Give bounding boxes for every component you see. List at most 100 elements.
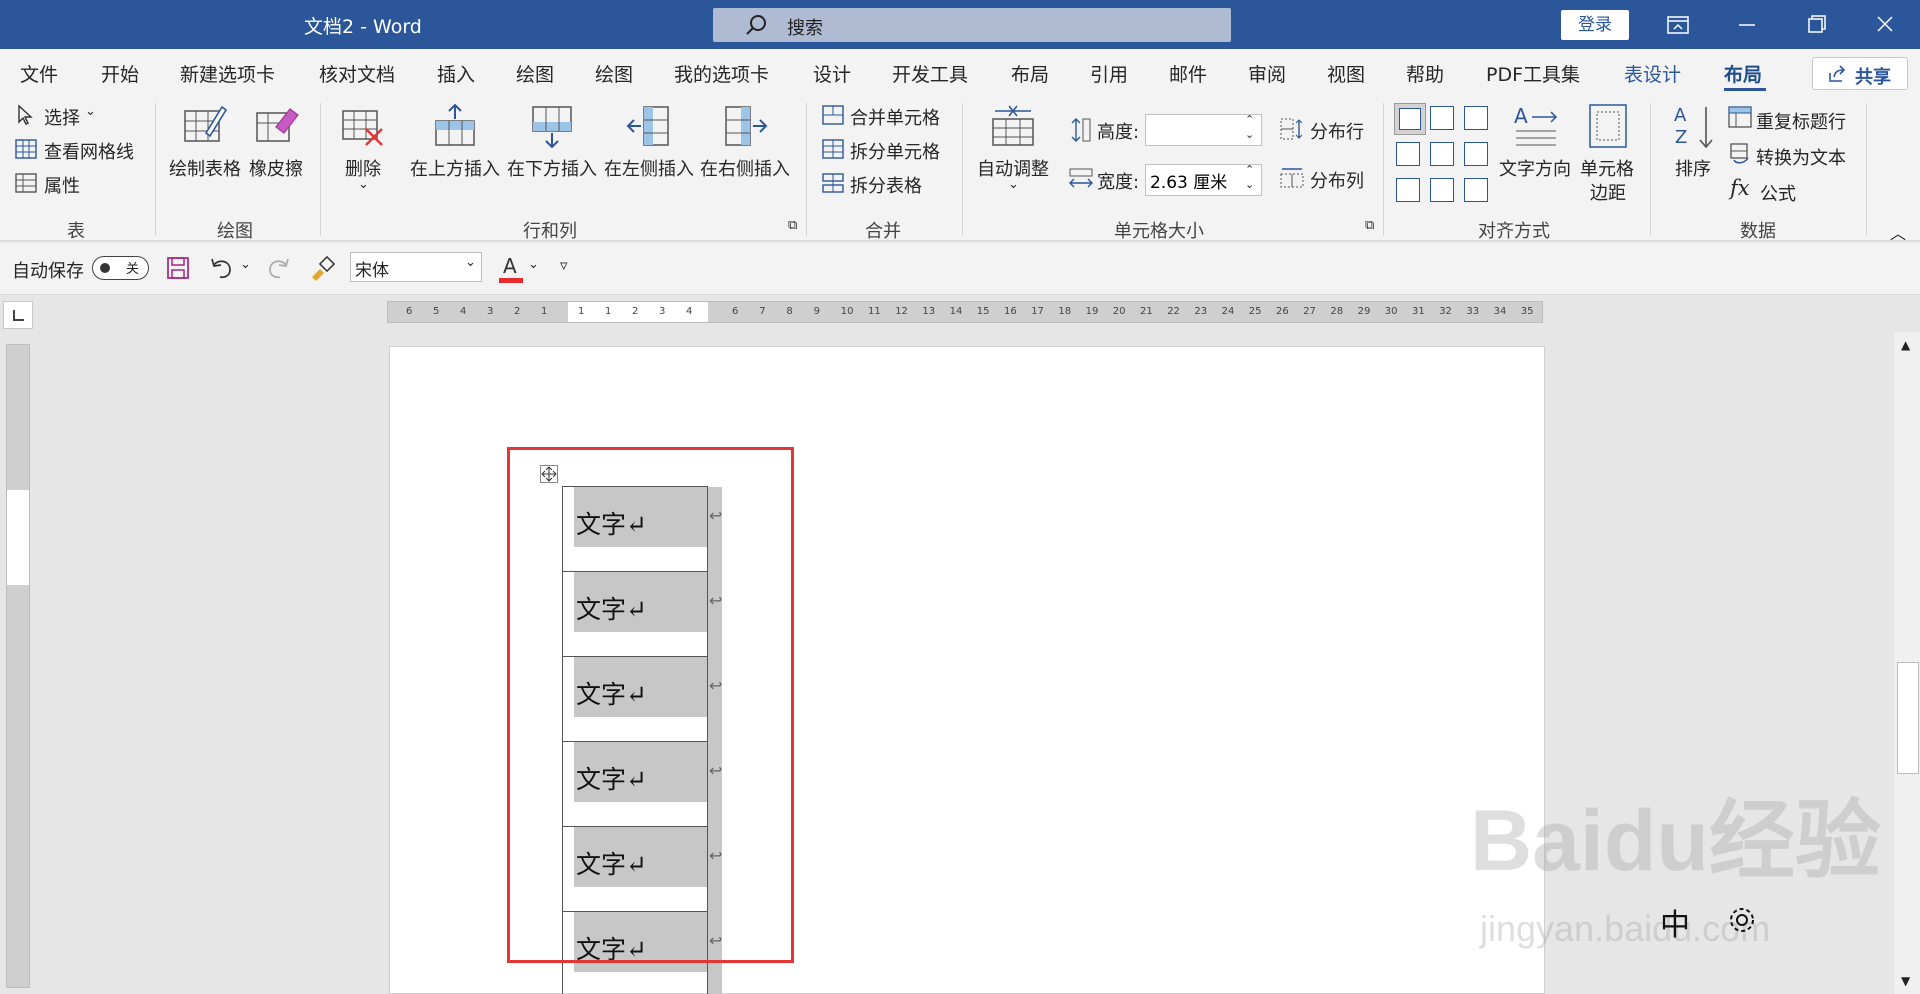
align-option-icon[interactable]	[1464, 142, 1488, 166]
share-button[interactable]: 共享	[1812, 57, 1908, 90]
group-divider	[1866, 103, 1867, 236]
eraser-button[interactable]: 橡皮擦	[249, 155, 303, 181]
cell-margins-button-line1[interactable]: 单元格	[1580, 155, 1634, 181]
restore-icon[interactable]	[1783, 0, 1849, 49]
distribute-cols-button[interactable]: 分布列	[1310, 167, 1364, 193]
tab-draw-1[interactable]: 绘图	[516, 60, 554, 87]
select-dropdown-icon[interactable]: ⌄	[85, 104, 96, 119]
font-name-select[interactable]: 宋体 ⌄	[350, 252, 482, 282]
align-option-icon[interactable]	[1464, 178, 1488, 202]
insert-left-button[interactable]: 在左侧插入	[604, 155, 694, 181]
undo-dropdown-icon[interactable]: ⌄	[240, 257, 251, 272]
ribbon-display-options-icon[interactable]	[1645, 0, 1711, 49]
align-option-icon[interactable]	[1430, 142, 1454, 166]
font-color-icon[interactable]: A	[498, 254, 524, 284]
scroll-up-icon[interactable]: ▲	[1901, 338, 1910, 352]
autofit-icon	[992, 105, 1034, 146]
insert-above-button[interactable]: 在上方插入	[410, 155, 500, 181]
search-box[interactable]: 搜索	[713, 8, 1231, 42]
sort-button[interactable]: 排序	[1675, 155, 1711, 181]
ime-mode-indicator[interactable]: 中	[1660, 900, 1690, 944]
undo-icon[interactable]	[208, 255, 234, 281]
rows-cols-dialog-launcher-icon[interactable]: ⧉	[788, 218, 797, 233]
autosave-toggle[interactable]: 关	[92, 256, 149, 280]
tab-insert[interactable]: 插入	[437, 60, 475, 87]
tab-help[interactable]: 帮助	[1406, 60, 1444, 87]
tab-layout[interactable]: 布局	[1011, 60, 1049, 87]
svg-text:A: A	[1674, 105, 1687, 126]
format-painter-icon[interactable]	[308, 255, 336, 281]
ruler-number: 13	[922, 306, 936, 317]
delete-dropdown-icon[interactable]: ⌄	[358, 177, 369, 192]
formula-button[interactable]: 公式	[1760, 180, 1796, 206]
convert-to-text-icon	[1730, 143, 1749, 164]
tab-view[interactable]: 视图	[1327, 60, 1365, 87]
save-icon[interactable]	[166, 256, 190, 280]
width-spinner-icon[interactable]: ⌃ ⌄	[1245, 162, 1254, 192]
customize-qat-icon[interactable]: ▿	[560, 256, 568, 274]
ruler-number: 28	[1330, 306, 1344, 317]
insert-right-button[interactable]: 在右侧插入	[700, 155, 790, 181]
align-option-icon[interactable]	[1396, 142, 1420, 166]
formula-icon: fx	[1730, 176, 1750, 200]
height-spinner-icon[interactable]: ⌃ ⌄	[1245, 112, 1254, 142]
align-option-icon[interactable]	[1430, 106, 1454, 130]
horizontal-ruler[interactable]: 6 5 4 3 2 1 1 1 2 3 4 6 7 8 9 10 11 12 13 14 15 16 17 18 19 20 21 2…	[387, 301, 1543, 323]
repeat-header-button[interactable]: 重复标题行	[1756, 108, 1846, 134]
split-table-icon	[822, 173, 844, 193]
close-icon[interactable]	[1852, 0, 1918, 49]
tab-design[interactable]: 设计	[813, 60, 851, 87]
ruler-number: 32	[1439, 306, 1452, 317]
distribute-rows-button[interactable]: 分布行	[1310, 118, 1364, 144]
settings-gear-icon[interactable]	[1726, 904, 1758, 936]
font-color-dropdown-icon[interactable]: ⌄	[528, 257, 539, 272]
tab-table-layout[interactable]: 布局	[1724, 60, 1762, 87]
tab-home[interactable]: 开始	[101, 60, 139, 87]
view-gridlines-button[interactable]: 查看网格线	[44, 138, 134, 164]
tab-pdf-tools[interactable]: PDF工具集	[1486, 60, 1580, 87]
redo-icon[interactable]	[266, 255, 292, 281]
tab-references[interactable]: 引用	[1090, 60, 1128, 87]
autofit-dropdown-icon[interactable]: ⌄	[1008, 177, 1019, 192]
tab-review[interactable]: 审阅	[1248, 60, 1286, 87]
login-button[interactable]: 登录	[1561, 10, 1629, 40]
split-table-button[interactable]: 拆分表格	[850, 172, 922, 198]
insert-below-button[interactable]: 在下方插入	[507, 155, 597, 181]
group-divider	[1383, 103, 1384, 236]
cell-size-dialog-launcher-icon[interactable]: ⧉	[1365, 218, 1374, 233]
merge-cells-icon	[822, 105, 844, 125]
tab-my-tab[interactable]: 我的选项卡	[674, 60, 769, 87]
text-direction-button[interactable]: 文字方向	[1499, 155, 1571, 181]
merge-cells-button[interactable]: 合并单元格	[850, 104, 940, 130]
collapse-ribbon-icon[interactable]: ︿	[1890, 220, 1906, 244]
tab-selector-icon[interactable]	[3, 301, 33, 329]
convert-to-text-button[interactable]: 转换为文本	[1756, 144, 1846, 170]
ruler-number: 14	[949, 306, 963, 317]
draw-table-button[interactable]: 绘制表格	[169, 155, 241, 181]
cell-margins-button-line2[interactable]: 边距	[1590, 179, 1626, 205]
vertical-ruler[interactable]	[6, 344, 30, 988]
gridlines-icon	[15, 139, 37, 159]
tab-file[interactable]: 文件	[20, 60, 58, 87]
tab-new[interactable]: 新建选项卡	[180, 60, 275, 87]
tab-developer[interactable]: 开发工具	[892, 60, 968, 87]
select-button[interactable]: 选择	[44, 104, 80, 130]
minimize-icon[interactable]	[1714, 0, 1780, 49]
align-option-icon[interactable]	[1464, 106, 1488, 130]
tab-table-design[interactable]: 表设计	[1624, 60, 1681, 87]
font-name-value: 宋体	[355, 261, 389, 281]
ruler-number: 4	[460, 306, 467, 317]
repeat-header-icon	[1728, 106, 1752, 128]
sort-icon: AZ	[1674, 105, 1713, 149]
tab-check-doc[interactable]: 核对文档	[319, 60, 395, 87]
group-label-cell-size: 单元格大小	[1114, 221, 1204, 242]
tab-draw-2[interactable]: 绘图	[595, 60, 633, 87]
split-cells-button[interactable]: 拆分单元格	[850, 138, 940, 164]
scroll-down-icon[interactable]: ▼	[1901, 974, 1910, 988]
scrollbar-thumb[interactable]	[1897, 662, 1919, 774]
tab-mailings[interactable]: 邮件	[1169, 60, 1207, 87]
vertical-scrollbar[interactable]: ▲ ▼	[1894, 332, 1920, 994]
align-option-icon[interactable]	[1430, 178, 1454, 202]
properties-button[interactable]: 属性	[44, 172, 80, 198]
align-option-icon[interactable]	[1396, 178, 1420, 202]
